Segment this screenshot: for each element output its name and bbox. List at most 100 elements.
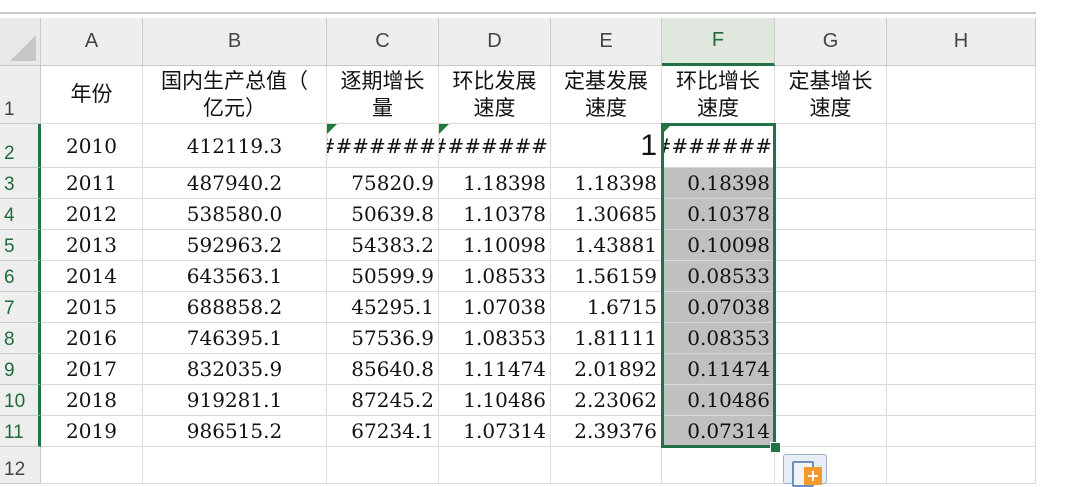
header-cell-h[interactable] [887,66,1036,124]
cell-d9[interactable]: 1.11474 [439,354,551,385]
cell-b2[interactable]: 412119.3 [143,124,327,168]
cell-d3[interactable]: 1.18398 [439,168,551,199]
cell-c11[interactable]: 67234.1 [327,416,439,447]
cell-a5[interactable]: 2013 [41,230,143,261]
cell-d5[interactable]: 1.10098 [439,230,551,261]
cell-g5[interactable] [775,230,887,261]
cell-h8[interactable] [887,323,1036,354]
cell-h6[interactable] [887,261,1036,292]
cell-e3[interactable]: 1.18398 [551,168,662,199]
cell-e11[interactable]: 2.39376 [551,416,662,447]
row-header-4[interactable]: 4 [0,199,41,230]
row-header-11[interactable]: 11 [0,416,41,447]
cell-f9[interactable]: 0.11474 [662,354,775,385]
spreadsheet-grid[interactable]: A B C D E F G H 1 2 3 4 5 6 7 8 9 10 11 12 年份 国内生产总值（ 亿元） 逐期增长量… [0,18,1036,487]
cell-g8[interactable] [775,323,887,354]
cell-d12[interactable] [439,447,551,484]
header-cell-a[interactable]: 年份 [41,66,143,124]
cell-c6[interactable]: 50599.9 [327,261,439,292]
row-header-1[interactable]: 1 [0,66,41,124]
cell-e6[interactable]: 1.56159 [551,261,662,292]
fill-handle[interactable] [770,442,781,453]
cell-f8[interactable]: 0.08353 [662,323,775,354]
cell-f5[interactable]: 0.10098 [662,230,775,261]
cell-a9[interactable]: 2017 [41,354,143,385]
header-cell-g[interactable]: 定基增长 速度 [775,66,887,124]
cell-c4[interactable]: 50639.8 [327,199,439,230]
cell-c2[interactable]: ####### [327,124,439,168]
row-header-8[interactable]: 8 [0,323,41,354]
cell-e4[interactable]: 1.30685 [551,199,662,230]
cell-h7[interactable] [887,292,1036,323]
cell-e9[interactable]: 2.01892 [551,354,662,385]
row-header-12[interactable]: 12 [0,447,41,484]
cell-e5[interactable]: 1.43881 [551,230,662,261]
cell-h10[interactable] [887,385,1036,416]
cell-c7[interactable]: 45295.1 [327,292,439,323]
header-cell-b[interactable]: 国内生产总值（ 亿元） [143,66,327,124]
cell-a12[interactable] [41,447,143,484]
cell-b3[interactable]: 487940.2 [143,168,327,199]
cell-g4[interactable] [775,199,887,230]
cell-h9[interactable] [887,354,1036,385]
cell-d6[interactable]: 1.08533 [439,261,551,292]
cell-g10[interactable] [775,385,887,416]
cell-f2[interactable]: ####### [662,124,775,168]
cell-d2[interactable]: ####### [439,124,551,168]
cell-b12[interactable] [143,447,327,484]
cell-e2[interactable]: 1 [551,124,662,168]
cell-f4[interactable]: 0.10378 [662,199,775,230]
paste-options-button[interactable]: + [783,454,827,487]
cell-b5[interactable]: 592963.2 [143,230,327,261]
row-header-10[interactable]: 10 [0,385,41,416]
cell-e10[interactable]: 2.23062 [551,385,662,416]
cell-b6[interactable]: 643563.1 [143,261,327,292]
column-header-e[interactable]: E [551,18,662,66]
header-cell-c[interactable]: 逐期增长量 [327,66,439,124]
cell-b4[interactable]: 538580.0 [143,199,327,230]
cell-e12[interactable] [551,447,662,484]
cell-e8[interactable]: 1.81111 [551,323,662,354]
cell-c12[interactable] [327,447,439,484]
column-header-f[interactable]: F [662,18,775,66]
cell-d8[interactable]: 1.08353 [439,323,551,354]
cell-d4[interactable]: 1.10378 [439,199,551,230]
cell-g3[interactable] [775,168,887,199]
row-header-6[interactable]: 6 [0,261,41,292]
select-all-corner[interactable] [0,18,41,66]
cell-d11[interactable]: 1.07314 [439,416,551,447]
row-header-5[interactable]: 5 [0,230,41,261]
cell-b8[interactable]: 746395.1 [143,323,327,354]
cell-a6[interactable]: 2014 [41,261,143,292]
cell-f11[interactable]: 0.07314 [662,416,775,447]
cell-b7[interactable]: 688858.2 [143,292,327,323]
cell-h4[interactable] [887,199,1036,230]
column-header-c[interactable]: C [327,18,439,66]
cell-g9[interactable] [775,354,887,385]
cell-h3[interactable] [887,168,1036,199]
cell-f12[interactable] [662,447,775,484]
cell-a10[interactable]: 2018 [41,385,143,416]
cell-f6[interactable]: 0.08533 [662,261,775,292]
cell-b11[interactable]: 986515.2 [143,416,327,447]
cell-g7[interactable] [775,292,887,323]
cell-e7[interactable]: 1.6715 [551,292,662,323]
cell-a11[interactable]: 2019 [41,416,143,447]
cell-b10[interactable]: 919281.1 [143,385,327,416]
cell-f10[interactable]: 0.10486 [662,385,775,416]
row-header-9[interactable]: 9 [0,354,41,385]
cell-a3[interactable]: 2011 [41,168,143,199]
cell-h2[interactable] [887,124,1036,168]
header-cell-f[interactable]: 环比增长 速度 [662,66,775,124]
cell-h5[interactable] [887,230,1036,261]
cell-f7[interactable]: 0.07038 [662,292,775,323]
column-header-h[interactable]: H [887,18,1036,66]
column-header-a[interactable]: A [41,18,143,66]
row-header-7[interactable]: 7 [0,292,41,323]
cell-g11[interactable] [775,416,887,447]
cell-a7[interactable]: 2015 [41,292,143,323]
row-header-3[interactable]: 3 [0,168,41,199]
column-header-b[interactable]: B [143,18,327,66]
cell-f3[interactable]: 0.18398 [662,168,775,199]
cell-h11[interactable] [887,416,1036,447]
